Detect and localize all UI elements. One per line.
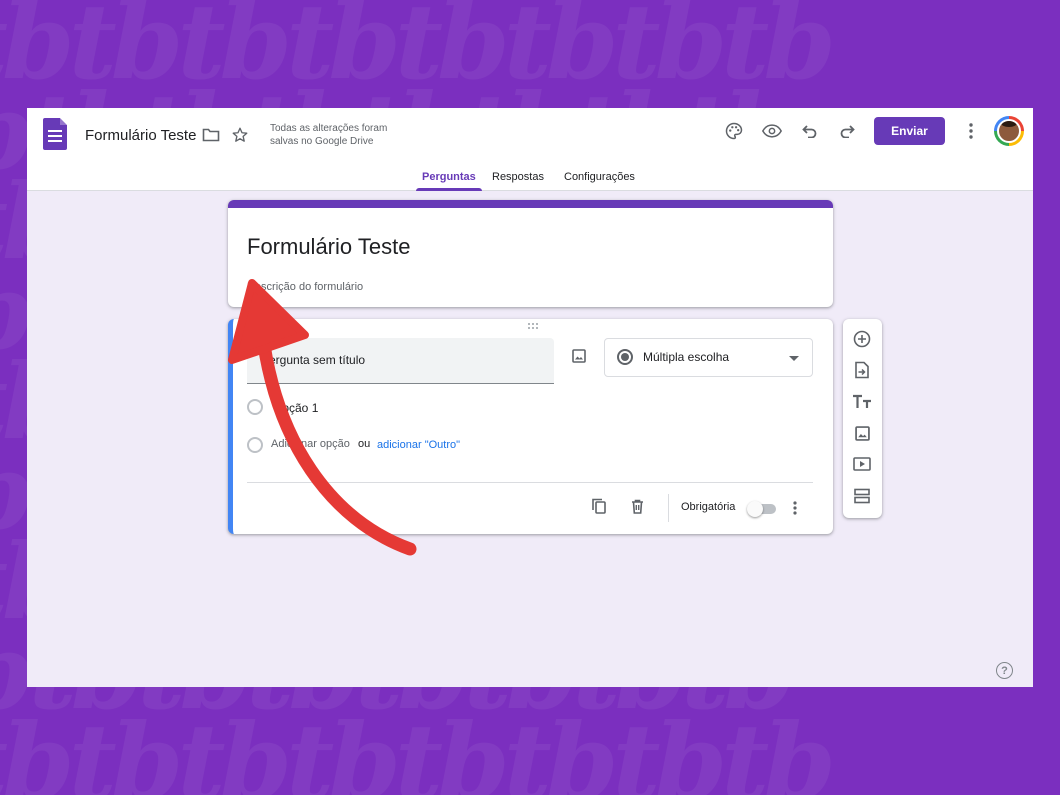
avatar[interactable] — [994, 116, 1024, 146]
required-label: Obrigatória — [681, 501, 736, 513]
add-title-icon[interactable] — [851, 392, 873, 412]
tab-bar: Perguntas Respostas Configurações — [27, 166, 1033, 191]
add-other-link[interactable]: adicionar "Outro" — [377, 439, 460, 451]
question-title-text: Pergunta sem título — [261, 353, 366, 367]
save-status-line: salvas no Google Drive — [270, 136, 374, 147]
top-bar: Formulário Teste Todas as alterações for… — [27, 108, 1033, 191]
option-radio-icon — [247, 437, 263, 453]
tab-respostas[interactable]: Respostas — [492, 171, 544, 191]
redo-icon[interactable] — [836, 120, 858, 142]
delete-icon[interactable] — [628, 496, 646, 516]
preview-eye-icon[interactable] — [760, 120, 784, 142]
add-option-link[interactable]: Adicionar opção — [271, 438, 350, 450]
forms-logo-icon[interactable] — [43, 118, 67, 150]
divider — [668, 494, 669, 522]
side-toolbar — [843, 319, 882, 518]
radio-button-icon — [617, 349, 633, 365]
form-header-card: Formulário Teste Descrição do formulário — [228, 200, 833, 307]
document-title[interactable]: Formulário Teste — [85, 127, 196, 144]
add-image-icon[interactable] — [853, 424, 871, 442]
dropdown-arrow-icon — [789, 356, 799, 361]
palette-icon[interactable] — [723, 120, 745, 142]
form-description-field[interactable]: Descrição do formulário — [247, 281, 363, 293]
watermark-row: tbtbtbtbtbtbtbtb — [0, 700, 836, 795]
question-more-icon[interactable] — [788, 499, 802, 517]
tab-configuracoes[interactable]: Configurações — [564, 171, 635, 191]
google-forms-window: Formulário Teste Todas as alterações for… — [27, 108, 1033, 687]
undo-icon[interactable] — [799, 120, 821, 142]
help-icon[interactable]: ? — [996, 662, 1013, 679]
required-toggle[interactable] — [747, 501, 777, 517]
add-question-icon[interactable] — [852, 329, 872, 349]
more-vert-icon[interactable] — [962, 120, 980, 142]
tab-perguntas[interactable]: Perguntas — [416, 171, 482, 191]
send-button[interactable]: Enviar — [874, 117, 945, 145]
save-status: Todas as alterações foram salvas no Goog… — [270, 122, 420, 148]
add-video-icon[interactable] — [852, 455, 872, 473]
question-type-dropdown[interactable]: Múltipla escolha — [604, 338, 813, 377]
save-status-line: Todas as alterações foram — [270, 123, 388, 134]
divider — [247, 482, 813, 483]
drag-handle-icon[interactable] — [528, 323, 542, 331]
star-icon[interactable] — [229, 124, 251, 146]
form-title[interactable]: Formulário Teste — [247, 234, 410, 260]
question-card[interactable]: Pergunta sem título Múltipla escolha Opç… — [228, 319, 833, 534]
folder-icon[interactable] — [201, 125, 221, 145]
add-section-icon[interactable] — [852, 486, 872, 506]
question-type-label: Múltipla escolha — [643, 350, 730, 364]
option-1-label[interactable]: Opção 1 — [273, 401, 318, 415]
or-text: ou — [358, 438, 371, 450]
add-image-icon[interactable] — [570, 347, 588, 365]
duplicate-icon[interactable] — [590, 496, 608, 516]
import-questions-icon[interactable] — [852, 360, 872, 380]
option-radio-icon[interactable] — [247, 399, 263, 415]
question-title-input[interactable]: Pergunta sem título — [247, 338, 554, 384]
